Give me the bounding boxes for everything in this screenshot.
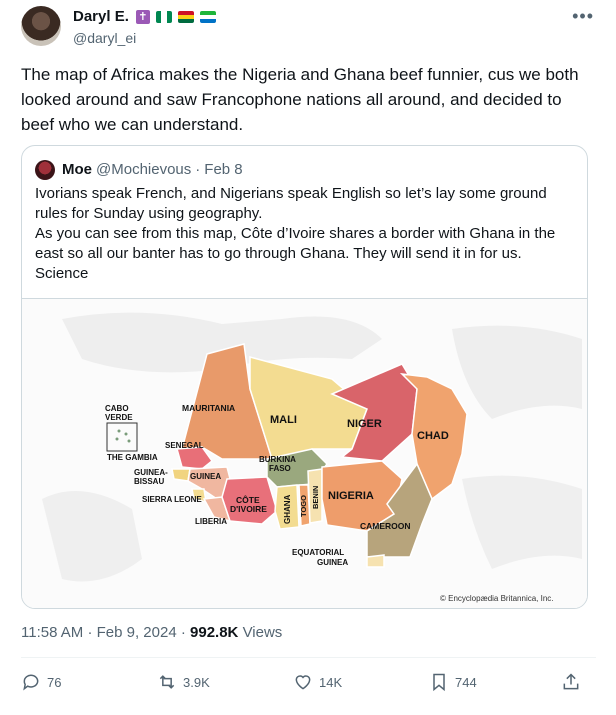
views-label: Views — [242, 624, 283, 641]
repost-count: 3.9K — [183, 674, 210, 690]
like-button[interactable]: 14K — [293, 672, 342, 692]
quoted-tweet[interactable]: Moe @Mochievous · Feb 8 Ivorians speak F… — [21, 145, 588, 609]
label-niger: NIGER — [347, 418, 382, 430]
views-count: 992.8K — [190, 624, 239, 641]
share-button[interactable] — [561, 672, 581, 692]
cross-icon: ✝ — [135, 9, 150, 24]
quote-author-avatar — [35, 160, 55, 180]
author-display-name[interactable]: Daryl E. — [73, 8, 129, 25]
quote-text-line: As you can see from this map, Côte d’Ivo… — [35, 225, 556, 242]
quote-author-name: Moe — [62, 161, 92, 178]
reply-count: 76 — [47, 674, 62, 690]
bookmark-icon — [433, 673, 445, 692]
tweet-timestamp: 11:58 AM · Feb 9, 2024 · 992.8K Views — [21, 624, 282, 641]
label-guinea: GUINEA — [190, 472, 221, 481]
west-africa-map-image[interactable]: MAURITANIA MALI NIGER CHAD CABO VERDE SE… — [22, 298, 587, 608]
sierra-leone-flag-icon — [199, 10, 216, 23]
bookmark-button[interactable]: 744 — [429, 672, 477, 692]
divider — [21, 657, 596, 658]
quote-text-line: Ivorians speak French, and Nigerians spe… — [35, 185, 547, 202]
ghana-flag-icon — [177, 10, 194, 23]
label-burkina: BURKINA — [259, 455, 296, 464]
map-credit: © Encyclopædia Britannica, Inc. — [440, 594, 554, 603]
label-divoire: D'IVOIRE — [230, 504, 267, 514]
timestamp-separator: · — [180, 624, 186, 641]
reply-icon — [23, 674, 39, 691]
timestamp-separator: · — [87, 624, 93, 641]
quote-header: Moe @Mochievous · Feb 8 — [62, 161, 243, 178]
repost-button[interactable]: 3.9K — [157, 672, 210, 692]
label-benin: BENIN — [311, 486, 320, 509]
label-cameroon: CAMEROON — [360, 521, 411, 531]
bookmark-count: 744 — [455, 674, 477, 690]
label-cabo: CABO — [105, 404, 129, 413]
label-mali: MALI — [270, 414, 297, 426]
tweet: Daryl E. ✝ @daryl_ei ••• The map of Afri… — [0, 0, 616, 715]
quote-text-line: Science — [35, 265, 89, 282]
quote-text-line: east so all our banter has to go through… — [35, 245, 522, 262]
label-equatorial: EQUATORIAL — [292, 548, 344, 557]
quote-date: Feb 8 — [204, 161, 243, 178]
quote-author-handle: @Mochievous — [96, 161, 192, 178]
quote-text-line: rules for Sunday using geography. — [35, 205, 263, 222]
repost-icon — [159, 675, 175, 689]
label-togo: TOGO — [299, 495, 308, 517]
author-avatar[interactable] — [21, 6, 61, 46]
guinea-bissau-shape — [171, 468, 191, 482]
label-nigeria: NIGERIA — [328, 490, 374, 502]
tweet-text: The map of Africa makes the Nigeria and … — [21, 65, 579, 134]
like-count: 14K — [319, 674, 343, 690]
label-senegal: SENEGAL — [165, 441, 204, 450]
nigeria-flag-icon — [155, 10, 172, 23]
equatorial-guinea-shape — [366, 554, 385, 568]
label-guinea-bissau-1: GUINEA- — [134, 468, 168, 477]
label-mauritania: MAURITANIA — [182, 403, 235, 413]
label-faso: FASO — [269, 464, 291, 473]
reply-button[interactable]: 76 — [21, 672, 61, 692]
heart-icon — [295, 675, 311, 690]
label-guinea-bissau-2: BISSAU — [134, 477, 164, 486]
quote-separator: · — [195, 161, 201, 178]
more-options-icon[interactable]: ••• — [572, 6, 594, 27]
quote-text: Ivorians speak French, and Nigerians spe… — [35, 184, 575, 284]
label-eq-guinea: GUINEA — [317, 558, 348, 567]
map-svg: MAURITANIA MALI NIGER CHAD CABO VERDE SE… — [42, 312, 582, 603]
label-sierra-leone: SIERRA LEONE — [142, 495, 202, 504]
tweet-time[interactable]: 11:58 AM — [21, 624, 83, 641]
tweet-date[interactable]: Feb 9, 2024 — [97, 624, 177, 641]
label-chad: CHAD — [417, 430, 449, 442]
author-handle[interactable]: @daryl_ei — [73, 30, 136, 46]
label-ghana: GHANA — [283, 494, 292, 524]
author-name-row: Daryl E. ✝ — [73, 8, 216, 25]
action-bar: 76 3.9K 14K 744 — [21, 672, 591, 696]
label-gambia: THE GAMBIA — [107, 453, 158, 462]
label-verde: VERDE — [105, 413, 133, 422]
cabo-verde-inset — [106, 422, 138, 452]
share-icon — [563, 673, 579, 690]
label-liberia: LIBERIA — [195, 517, 227, 526]
